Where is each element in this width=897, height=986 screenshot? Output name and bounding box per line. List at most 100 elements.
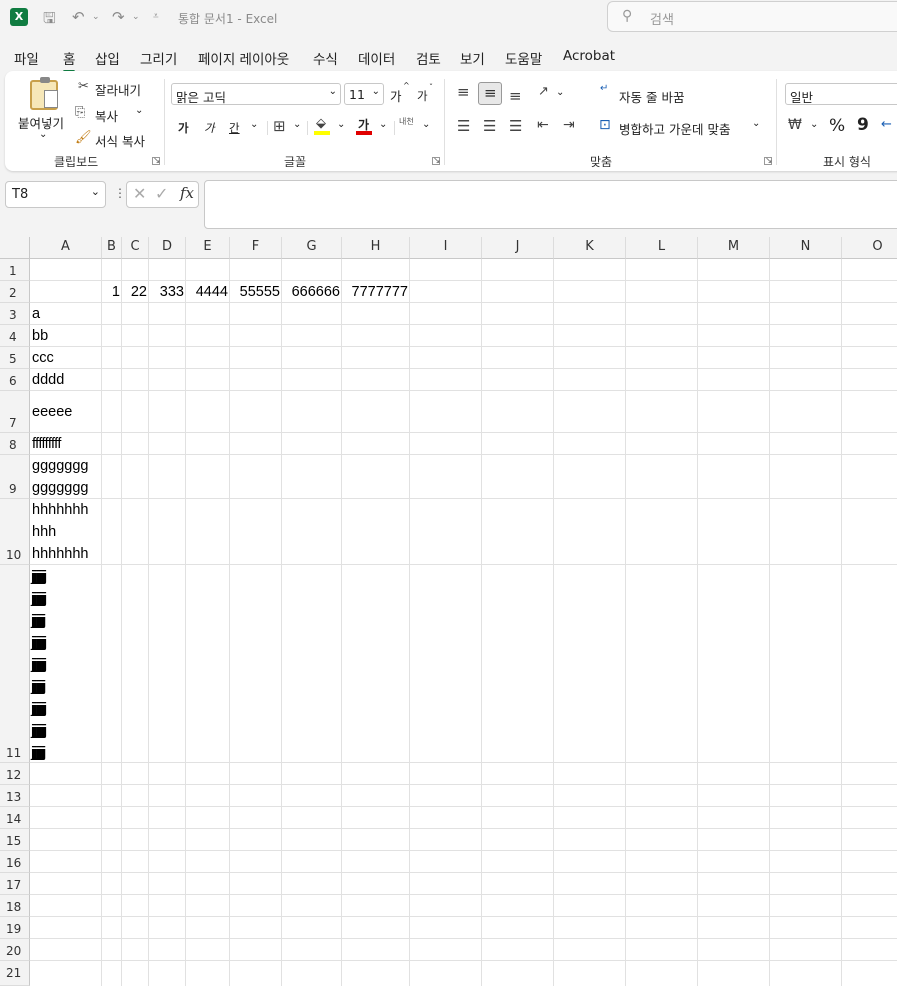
tab-formulas[interactable]: 수식 <box>313 48 338 68</box>
row-header-13[interactable]: 13 <box>0 785 30 807</box>
customize-qat-icon[interactable]: ⩡ <box>153 11 159 22</box>
accounting-format-icon[interactable]: ₩ <box>788 117 802 133</box>
align-middle-button[interactable]: ≡ <box>478 82 502 105</box>
align-left-icon[interactable]: ☰ <box>457 117 470 135</box>
align-right-icon[interactable]: ☰ <box>509 117 522 135</box>
row-header-1[interactable]: 1 <box>0 259 30 281</box>
merge-dropdown-icon[interactable]: ⌄ <box>752 118 760 129</box>
italic-button[interactable]: 가 <box>204 120 215 136</box>
borders-dropdown-icon[interactable]: ⌄ <box>293 119 301 130</box>
row-header-8[interactable]: 8 <box>0 433 30 455</box>
comma-style-button[interactable]: 9 <box>857 115 869 135</box>
fill-color-icon[interactable]: ⬙ <box>316 116 326 131</box>
save-icon[interactable]: 🖫 <box>43 8 56 33</box>
row-header-9[interactable]: 9 <box>0 455 30 499</box>
cell-a9-line2[interactable]: ggggggg <box>32 477 88 499</box>
column-header-a[interactable]: A <box>30 237 102 259</box>
cell-a11-line[interactable]: jjjjjjjjjjjjjjj <box>31 654 47 676</box>
column-header-h[interactable]: H <box>342 237 410 259</box>
enter-icon[interactable]: ✓ <box>155 184 168 203</box>
row-header-14[interactable]: 14 <box>0 807 30 829</box>
column-header-d[interactable]: D <box>149 237 186 259</box>
cell-a10-line1[interactable]: hhhhhhh <box>32 499 88 521</box>
cell-a11-line[interactable]: jjjjjjjjjjjjjj <box>31 742 46 764</box>
copy-button[interactable]: 복사 <box>95 106 118 125</box>
tab-insert[interactable]: 삽입 <box>95 48 120 68</box>
select-all-corner[interactable] <box>0 237 30 259</box>
copy-dropdown-icon[interactable]: ⌄ <box>135 105 143 116</box>
row-header-17[interactable]: 17 <box>0 873 30 895</box>
cell-a11-line[interactable]: jjjjjjjjjjjjjj <box>31 676 46 698</box>
row-header-12[interactable]: 12 <box>0 763 30 785</box>
column-header-c[interactable]: C <box>122 237 149 259</box>
orientation-dropdown-icon[interactable]: ⌄ <box>556 87 564 98</box>
number-format-dropdown[interactable]: 일반 <box>785 83 897 105</box>
undo-dropdown-icon[interactable]: ⌄ <box>92 12 100 22</box>
row-header-19[interactable]: 19 <box>0 917 30 939</box>
font-name-dropdown[interactable]: 맑은 고딕 ⌄ <box>171 83 341 105</box>
align-center-icon[interactable]: ☰ <box>483 117 496 135</box>
worksheet-grid[interactable]: A B C D E F G H I J K L M N O 1 2 3 4 5 … <box>0 237 897 986</box>
alignment-launcher-icon[interactable]: ↘ <box>764 157 773 166</box>
row-header-16[interactable]: 16 <box>0 851 30 873</box>
cell-g2[interactable]: 666666 <box>282 281 340 303</box>
column-header-n[interactable]: N <box>770 237 842 259</box>
more-options-icon[interactable]: ⋮ <box>114 186 126 200</box>
tab-data[interactable]: 데이터 <box>358 48 395 68</box>
format-painter-button[interactable]: 서식 복사 <box>95 131 145 150</box>
orientation-icon[interactable]: ↗ <box>538 84 549 99</box>
font-size-dropdown[interactable]: 11 ⌄ <box>344 83 384 105</box>
shrink-font-button[interactable]: 가 <box>417 88 428 104</box>
cut-button[interactable]: 잘라내기 <box>95 80 141 99</box>
name-box[interactable]: T8 ⌄ <box>5 181 106 208</box>
tab-draw[interactable]: 그리기 <box>140 48 177 68</box>
paste-icon[interactable] <box>30 77 58 110</box>
cell-e2[interactable]: 4444 <box>186 281 228 303</box>
tab-view[interactable]: 보기 <box>460 48 485 68</box>
column-header-m[interactable]: M <box>698 237 770 259</box>
row-header-10[interactable]: 10 <box>0 499 30 565</box>
align-top-icon[interactable]: ≡ <box>457 83 470 101</box>
redo-icon[interactable]: ↷ <box>112 8 125 26</box>
grow-font-button[interactable]: 가 <box>390 86 402 105</box>
cell-a7[interactable]: eeeee <box>32 401 72 423</box>
column-header-o[interactable]: O <box>842 237 897 259</box>
column-header-f[interactable]: F <box>230 237 282 259</box>
cell-a11-line[interactable]: jjjjjjjjjjjjjjj <box>31 698 47 720</box>
cell-a11-line[interactable]: jjjjjjjjjjjjjjj <box>31 632 47 654</box>
underline-dropdown-icon[interactable]: ⌄ <box>250 119 258 130</box>
cell-a11-line[interactable]: jjjjjjjjjjjjjj <box>31 610 46 632</box>
tab-review[interactable]: 검토 <box>416 48 441 68</box>
paste-dropdown-icon[interactable]: ⌄ <box>39 129 47 140</box>
row-header-7[interactable]: 7 <box>0 391 30 433</box>
cell-f2[interactable]: 55555 <box>230 281 280 303</box>
row-header-20[interactable]: 20 <box>0 939 30 961</box>
row-header-15[interactable]: 15 <box>0 829 30 851</box>
fill-color-dropdown-icon[interactable]: ⌄ <box>337 119 345 130</box>
column-header-l[interactable]: L <box>626 237 698 259</box>
borders-icon[interactable]: ⊞ <box>273 117 286 135</box>
bold-button[interactable]: 가 <box>178 120 189 136</box>
row-header-4[interactable]: 4 <box>0 325 30 347</box>
column-header-k[interactable]: K <box>554 237 626 259</box>
align-bottom-icon[interactable]: ≡ <box>509 87 522 105</box>
undo-icon[interactable]: ↶ <box>72 8 85 26</box>
percent-style-button[interactable]: % <box>829 116 845 136</box>
tab-page-layout[interactable]: 페이지 레이아웃 <box>198 48 289 68</box>
cell-a5[interactable]: ccc <box>32 347 54 369</box>
cell-a10-line3[interactable]: hhhhhhh <box>32 543 88 565</box>
decrease-indent-icon[interactable]: ⇤ <box>537 117 549 133</box>
column-header-g[interactable]: G <box>282 237 342 259</box>
insert-function-button[interactable]: fx <box>180 184 194 202</box>
cell-a9-line1[interactable]: ggggggg <box>32 455 88 477</box>
column-header-j[interactable]: J <box>482 237 554 259</box>
cancel-icon[interactable]: ✕ <box>133 184 146 203</box>
cell-a11-line[interactable]: jjjjjjjjjjjjjjj <box>31 566 47 588</box>
tab-help[interactable]: 도움말 <box>505 48 542 68</box>
redo-dropdown-icon[interactable]: ⌄ <box>132 12 140 22</box>
merge-center-button[interactable]: 병합하고 가운데 맞춤 <box>619 119 730 138</box>
cell-a10-line2[interactable]: hhh <box>32 521 56 543</box>
row-header-2[interactable]: 2 <box>0 281 30 303</box>
cell-h2[interactable]: 7777777 <box>342 281 408 303</box>
tab-home[interactable]: 홈 <box>63 48 76 73</box>
